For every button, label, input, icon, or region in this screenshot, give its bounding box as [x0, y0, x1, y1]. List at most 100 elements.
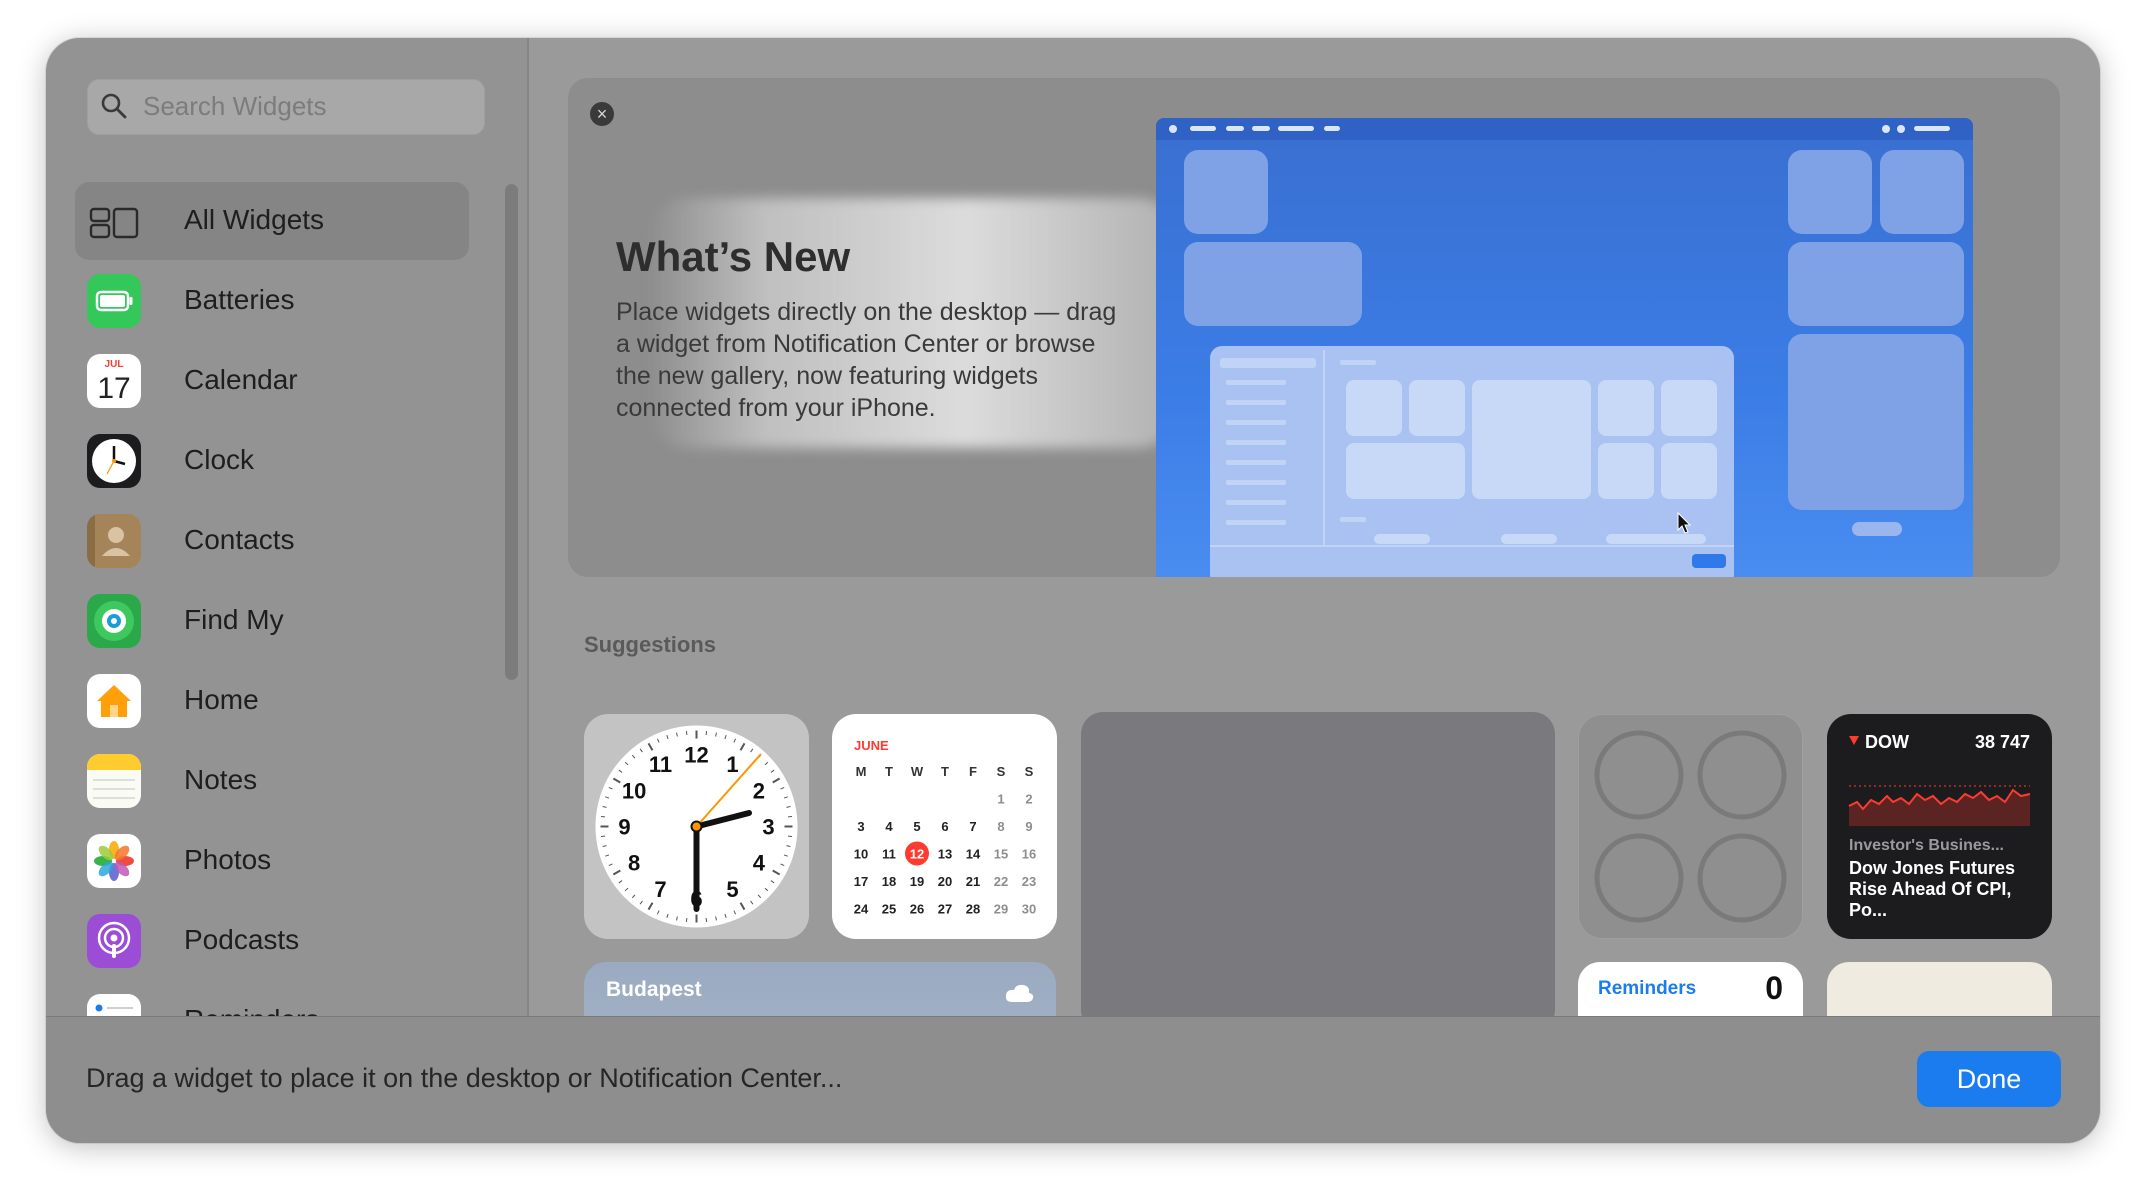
footer-hint: Drag a widget to place it on the desktop…	[86, 1063, 843, 1093]
calendar-weekday: T	[885, 764, 893, 779]
calendar-day: 6	[941, 819, 948, 834]
calendar-day: 20	[938, 874, 952, 889]
clock-number: 11	[649, 752, 672, 777]
suggestions-heading: Suggestions	[584, 632, 717, 657]
sidebar-scrollbar[interactable]	[505, 184, 518, 680]
calendar-day: 13	[938, 847, 952, 862]
calendar-day: 30	[1022, 902, 1036, 917]
calendar-grid: JUNE M T W T F S S1 23 4 5 6 7 8 910 11 12 13 14 15 1617 18 1…	[854, 738, 1036, 917]
batteries-widget[interactable]	[1578, 714, 1803, 939]
calendar-day: 3	[857, 819, 864, 834]
calendar-day: 11	[882, 847, 896, 862]
find-my-app-icon	[87, 594, 141, 648]
calendar-day: 5	[913, 819, 920, 834]
calendar-day: 2	[1025, 792, 1032, 807]
calendar-day: 7	[969, 819, 976, 834]
contacts-app-icon	[87, 514, 141, 568]
calendar-month: JUNE	[854, 738, 889, 753]
calendar-day: 17	[854, 874, 868, 889]
sidebar-item-label: Batteries	[184, 284, 295, 315]
calendar-day: 21	[966, 874, 980, 889]
calendar-day: 18	[882, 874, 896, 889]
clock-widget[interactable]: 121234567891011	[584, 714, 809, 939]
calendar-day: 1	[997, 792, 1004, 807]
calendar-day: 8	[997, 819, 1004, 834]
calendar-weekday: M	[856, 764, 867, 779]
sidebar-item-podcasts[interactable]: Podcasts	[75, 902, 469, 980]
large-widget-placeholder[interactable]	[1081, 712, 1555, 1032]
calendar-day: 19	[910, 874, 924, 889]
clock-number: 12	[684, 743, 708, 768]
clock-app-icon	[87, 434, 141, 488]
news-source: Investor's Busines...	[1849, 837, 2004, 854]
banner-body: Place widgets directly on the desktop — …	[616, 298, 1117, 422]
battery-ring	[1594, 730, 1684, 820]
calendar-day: 29	[994, 902, 1008, 917]
clock-number: 7	[654, 877, 666, 902]
calendar-day: 15	[994, 847, 1008, 862]
sidebar-item-label: Home	[184, 684, 259, 715]
calendar-weekday: W	[911, 764, 924, 779]
sidebar-item-find-my[interactable]: Find My	[75, 582, 469, 660]
calendar-day: 24	[854, 902, 869, 917]
reminders-app-icon	[87, 994, 141, 1016]
sidebar-item-contacts[interactable]: Contacts	[75, 502, 469, 580]
calendar-day: 28	[966, 902, 980, 917]
calendar-day: 4	[885, 819, 893, 834]
sidebar-item-calendar[interactable]: JUL 17 Calendar	[75, 342, 469, 420]
sidebar-item-label: Notes	[184, 764, 258, 795]
clock-center	[690, 820, 703, 833]
calendar-weekday: F	[969, 764, 977, 779]
sidebar-item-clock[interactable]: Clock	[75, 422, 469, 500]
calendar-day: 27	[938, 902, 952, 917]
notes-app-icon	[87, 754, 141, 808]
search-input[interactable]: Search Widgets	[143, 91, 327, 122]
cloud-icon	[1005, 984, 1034, 1002]
weather-city: Budapest	[606, 978, 702, 1001]
calendar-day: 26	[910, 902, 924, 917]
sidebar-item-notes[interactable]: Notes	[75, 742, 469, 820]
sidebar-item-reminders[interactable]: Reminders	[75, 982, 469, 1016]
sidebar-item-all-widgets[interactable]: All Widgets	[75, 182, 469, 260]
close-banner-button[interactable]: ×	[590, 102, 614, 126]
calendar-day: 10	[854, 847, 868, 862]
sidebar-item-label: Podcasts	[184, 924, 300, 955]
widget-gallery-window: Search Widgets All Widgets Batteries JUL	[46, 38, 2100, 1143]
sidebar-item-label: Photos	[184, 844, 272, 875]
sidebar-item-home[interactable]: Home	[75, 662, 469, 740]
clock-number: 10	[622, 779, 646, 804]
done-button[interactable]: Done	[1917, 1051, 2061, 1107]
reminders-title: Reminders	[1598, 978, 1697, 999]
sidebar-item-batteries[interactable]: Batteries	[75, 262, 469, 340]
clock-number: 1	[726, 752, 738, 777]
sidebar-item-label: Calendar	[184, 364, 298, 395]
battery-ring	[1594, 833, 1684, 923]
clock-number: 3	[762, 815, 774, 840]
calendar-day: 14	[966, 847, 981, 862]
clock-number: 4	[753, 851, 766, 876]
battery-ring	[1697, 730, 1787, 820]
search-icon	[101, 93, 127, 119]
sidebar-item-label: Contacts	[184, 524, 295, 555]
gallery-content: × What’s New Place widgets directly on t…	[529, 38, 2100, 1082]
calendar-day: 12	[910, 847, 924, 862]
calendar-weekday: T	[941, 764, 949, 779]
calendar-widget[interactable]: JUNE M T W T F S S 1 2 3 4 5 6 7 8 9 10 11 12 13 14 15 16 17 18 1…	[832, 714, 1057, 939]
footer-bar: Drag a widget to place it on the desktop…	[46, 1016, 2100, 1143]
photos-app-icon	[87, 834, 141, 888]
batteries-app-icon	[87, 274, 141, 328]
stock-value: 38 747	[1975, 732, 2030, 752]
calendar-weekday: S	[997, 764, 1006, 779]
calendar-day: 16	[1022, 847, 1036, 862]
calendar-day: 22	[994, 874, 1008, 889]
clock-number: 8	[628, 851, 640, 876]
sidebar-item-label: Clock	[184, 444, 255, 475]
desktop-illustration-art	[1156, 118, 1973, 577]
sidebar-item-label: Reminders	[184, 1004, 319, 1016]
search-field[interactable]: Search Widgets	[87, 79, 485, 135]
stock-chart-area	[1849, 790, 2030, 826]
desktop-illustration	[1156, 118, 1973, 577]
sidebar-item-photos[interactable]: Photos	[75, 822, 469, 900]
close-icon: ×	[596, 104, 608, 124]
stocks-widget[interactable]: DOW 38 747 Investor's Busines... Dow Jon…	[1827, 714, 2052, 939]
